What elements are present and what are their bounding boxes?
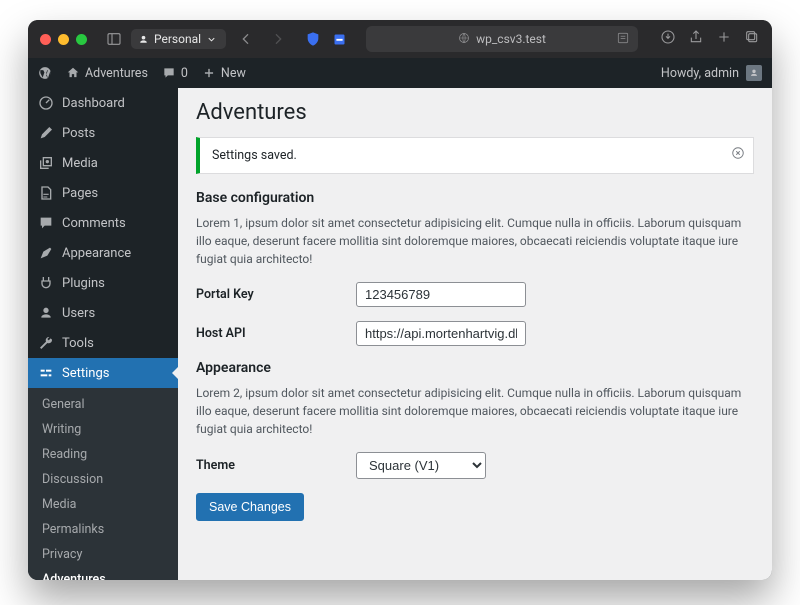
reader-icon[interactable] (616, 31, 630, 48)
portal-key-label: Portal Key (196, 287, 356, 302)
new-tab-icon[interactable] (716, 29, 732, 49)
menu-plugins[interactable]: Plugins (28, 268, 178, 298)
submenu-general[interactable]: General (28, 392, 178, 417)
field-portal-key: Portal Key (196, 282, 754, 307)
notice-success: Settings saved. (196, 137, 754, 174)
notice-text: Settings saved. (212, 148, 297, 163)
menu-label: Posts (62, 126, 95, 141)
shield-icon[interactable] (304, 30, 322, 48)
field-host-api: Host API (196, 321, 754, 346)
menu-media[interactable]: Media (28, 148, 178, 178)
host-api-input[interactable] (356, 321, 526, 346)
share-icon[interactable] (688, 29, 704, 49)
new-link[interactable]: New (202, 66, 246, 81)
site-link[interactable]: Adventures (66, 66, 148, 81)
menu-label: Users (62, 306, 95, 321)
browser-chrome: Personal wp_csv3.test (28, 20, 772, 58)
menu-appearance[interactable]: Appearance (28, 238, 178, 268)
new-label: New (221, 66, 246, 81)
account-menu[interactable]: Howdy, admin (661, 65, 762, 81)
close-window-button[interactable] (40, 34, 51, 45)
menu-comments[interactable]: Comments (28, 208, 178, 238)
field-theme: Theme Square (V1) (196, 452, 754, 479)
settings-submenu: General Writing Reading Discussion Media… (28, 388, 178, 580)
zoom-window-button[interactable] (76, 34, 87, 45)
submenu-writing[interactable]: Writing (28, 417, 178, 442)
wp-logo[interactable] (38, 66, 52, 80)
main-content: Adventures Settings saved. Base configur… (178, 58, 772, 580)
menu-label: Settings (62, 366, 109, 381)
menu-settings[interactable]: Settings (28, 358, 178, 388)
howdy-text: Howdy, admin (661, 66, 739, 81)
dismiss-icon[interactable] (731, 146, 745, 164)
downloads-icon[interactable] (660, 29, 676, 49)
menu-pages[interactable]: Pages (28, 178, 178, 208)
comment-count: 0 (181, 66, 188, 81)
traffic-lights (40, 34, 87, 45)
avatar (746, 65, 762, 81)
address-bar[interactable]: wp_csv3.test (366, 26, 638, 52)
menu-label: Appearance (62, 246, 131, 261)
submenu-privacy[interactable]: Privacy (28, 542, 178, 567)
profile-selector[interactable]: Personal (131, 29, 226, 49)
menu-label: Dashboard (62, 96, 125, 111)
admin-sidebar: Dashboard Posts Media Pages Comments App… (28, 58, 178, 580)
portal-key-input[interactable] (356, 282, 526, 307)
menu-label: Pages (62, 186, 98, 201)
profile-label: Personal (154, 32, 201, 46)
theme-select[interactable]: Square (V1) (356, 452, 486, 479)
menu-label: Tools (62, 336, 94, 351)
wp-admin-bar: Adventures 0 New Howdy, admin (28, 58, 772, 88)
comments-link[interactable]: 0 (162, 66, 188, 81)
theme-label: Theme (196, 458, 356, 473)
sidebar-toggle-icon[interactable] (105, 30, 123, 48)
section-appearance-desc: Lorem 2, ipsum dolor sit amet consectetu… (196, 384, 754, 438)
extension-icon[interactable] (330, 30, 348, 48)
globe-icon (458, 32, 470, 47)
menu-users[interactable]: Users (28, 298, 178, 328)
menu-dashboard[interactable]: Dashboard (28, 88, 178, 118)
submenu-discussion[interactable]: Discussion (28, 467, 178, 492)
save-button[interactable]: Save Changes (196, 493, 304, 521)
tabs-icon[interactable] (744, 29, 760, 49)
section-base-heading: Base configuration (196, 190, 754, 206)
forward-button[interactable] (266, 27, 290, 51)
url-text: wp_csv3.test (476, 32, 546, 46)
section-base-desc: Lorem 1, ipsum dolor sit amet consectetu… (196, 214, 754, 268)
back-button[interactable] (234, 27, 258, 51)
chevron-down-icon (206, 34, 217, 45)
minimize-window-button[interactable] (58, 34, 69, 45)
submenu-media[interactable]: Media (28, 492, 178, 517)
page-title: Adventures (196, 100, 754, 125)
host-api-label: Host API (196, 326, 356, 341)
submenu-adventures[interactable]: Adventures (28, 567, 178, 580)
menu-label: Plugins (62, 276, 105, 291)
section-appearance-heading: Appearance (196, 360, 754, 376)
submenu-reading[interactable]: Reading (28, 442, 178, 467)
submenu-permalinks[interactable]: Permalinks (28, 517, 178, 542)
menu-posts[interactable]: Posts (28, 118, 178, 148)
site-name: Adventures (85, 66, 148, 81)
menu-label: Comments (62, 216, 126, 231)
menu-tools[interactable]: Tools (28, 328, 178, 358)
menu-label: Media (62, 156, 98, 171)
